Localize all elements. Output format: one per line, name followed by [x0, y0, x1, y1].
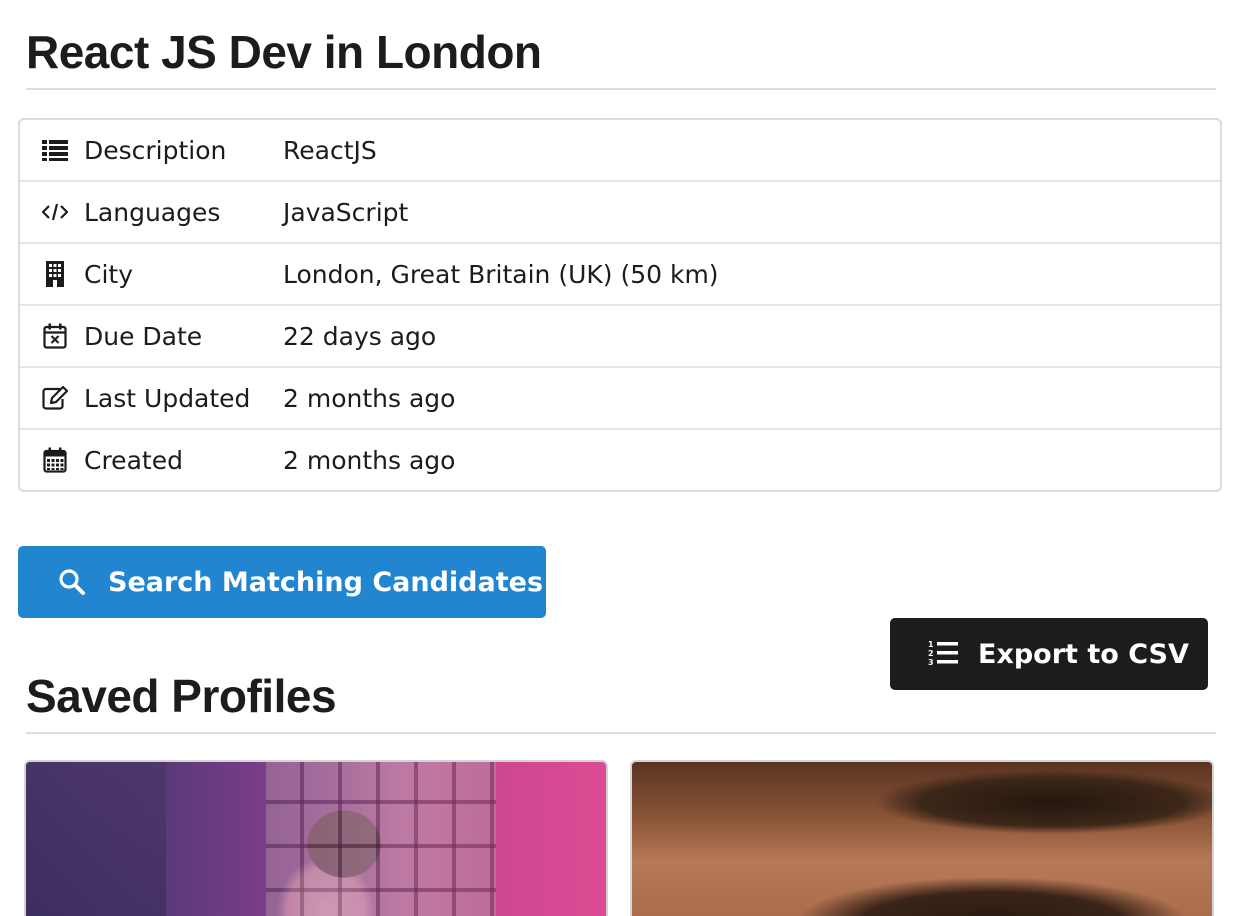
svg-text:3: 3 — [928, 658, 934, 667]
page: React JS Dev in London Description React… — [0, 0, 1234, 916]
search-button-label: Search Matching Candidates — [108, 566, 544, 598]
details-label: Last Updated — [84, 383, 251, 413]
details-label-cell: Last Updated — [20, 384, 283, 413]
calendar-icon — [42, 447, 68, 473]
details-row-due-date: Due Date 22 days ago — [20, 306, 1220, 368]
details-label: Languages — [84, 197, 221, 227]
search-icon — [58, 568, 86, 596]
details-label: Description — [84, 135, 227, 165]
svg-text:2: 2 — [928, 649, 934, 658]
details-value: ReactJS — [283, 135, 377, 165]
details-row-languages: Languages JavaScript — [20, 182, 1220, 244]
photo-window — [266, 762, 496, 916]
details-label-cell: Created — [20, 446, 283, 475]
details-label-cell: Due Date — [20, 322, 283, 351]
details-row-city: City London, Great Britain (UK) (50 km) — [20, 244, 1220, 306]
edit-icon — [42, 385, 68, 411]
ordered-list-icon: 1 2 3 — [928, 639, 958, 669]
job-details-table: Description ReactJS Languages JavaScript — [18, 118, 1222, 492]
calendar-times-icon — [42, 323, 68, 349]
saved-profiles-title: Saved Profiles — [26, 670, 337, 722]
saved-profile-card[interactable] — [24, 760, 608, 916]
details-row-created: Created 2 months ago — [20, 430, 1220, 490]
export-to-csv-button[interactable]: 1 2 3 Export to CSV — [890, 618, 1208, 690]
title-divider — [26, 88, 1216, 90]
export-button-label: Export to CSV — [978, 638, 1189, 670]
details-label: City — [84, 259, 133, 289]
details-value: 2 months ago — [283, 445, 456, 475]
building-icon — [42, 261, 68, 287]
list-icon — [42, 137, 68, 163]
details-row-last-updated: Last Updated 2 months ago — [20, 368, 1220, 430]
page-title: React JS Dev in London — [26, 26, 542, 78]
details-value: London, Great Britain (UK) (50 km) — [283, 259, 719, 289]
profile-photo — [26, 762, 606, 916]
details-row-description: Description ReactJS — [20, 120, 1220, 182]
details-value: 22 days ago — [283, 321, 437, 351]
details-value: JavaScript — [283, 197, 409, 227]
saved-profile-card[interactable] — [630, 760, 1214, 916]
profile-photo — [632, 762, 1212, 916]
search-matching-candidates-button[interactable]: Search Matching Candidates — [18, 546, 546, 618]
section-divider — [26, 732, 1216, 734]
photo-backdrop — [26, 762, 166, 916]
details-label-cell: Description — [20, 136, 283, 165]
details-label-cell: City — [20, 260, 283, 289]
svg-text:1: 1 — [928, 640, 934, 649]
details-value: 2 months ago — [283, 383, 456, 413]
details-label: Due Date — [84, 321, 203, 351]
code-icon — [42, 199, 68, 225]
details-label: Created — [84, 445, 183, 475]
details-label-cell: Languages — [20, 198, 283, 227]
